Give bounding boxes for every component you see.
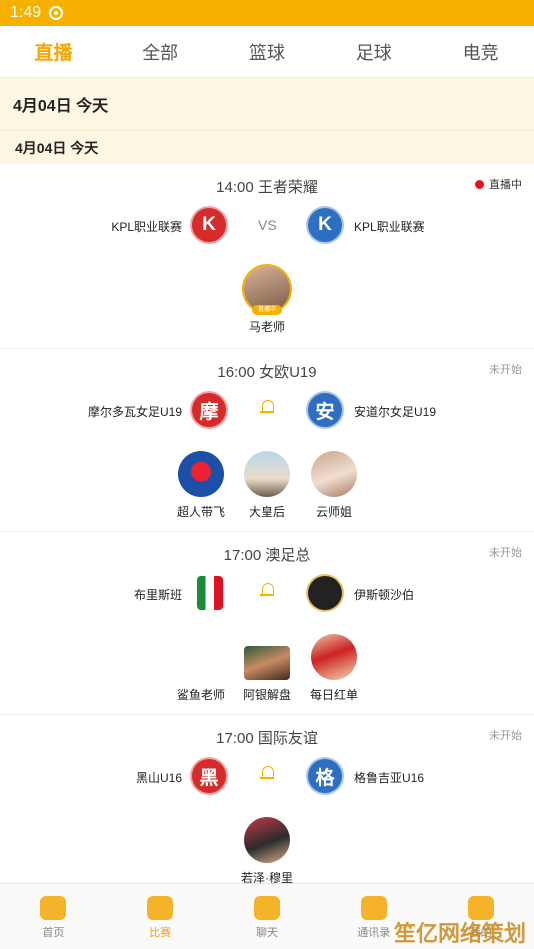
tab-live[interactable]: 直播 [0, 38, 107, 65]
away-team: 伊斯顿沙伯 [354, 588, 415, 602]
date-header: 4月04日 今天 [0, 78, 534, 130]
match-card[interactable]: 14:00 王者荣耀 直播中 KPL职业联赛 K VS K KPL职业联赛 直播… [0, 164, 534, 349]
home-team-logo [197, 576, 223, 610]
status-bar: 1:49 [0, 0, 534, 26]
home-team: 黑山U16 [135, 771, 182, 785]
anchor-name: 云师姐 [315, 505, 352, 519]
home-team: 摩尔多瓦女足U19 [87, 405, 182, 419]
anchor-item[interactable]: 若泽·穆里 [232, 817, 302, 886]
status-time: 1:49 [10, 4, 42, 21]
avatar [178, 634, 224, 680]
avatar [178, 451, 224, 497]
away-team: 安道尔女足U19 [354, 405, 437, 419]
anchor-item[interactable]: 直播中 马老师 [232, 266, 302, 335]
tab-esports[interactable]: 电竞 [427, 39, 534, 65]
match-time-league: 17:00 澳足总 [223, 547, 311, 564]
match-status: 未开始 [489, 364, 522, 376]
avatar [244, 646, 290, 680]
away-team-logo: 格 [308, 759, 342, 793]
avatar [311, 451, 357, 497]
nav-home[interactable]: 首页 [0, 884, 107, 949]
match-teams: 布里斯班 伊斯顿沙伯 [0, 576, 534, 612]
away-team-logo [308, 576, 342, 610]
match-time-league: 16:00 女欧U19 [217, 364, 317, 381]
anchor-name: 马老师 [248, 320, 285, 334]
nav-label: 聊天 [255, 927, 278, 939]
match-card[interactable]: 17:00 国际友谊 未开始 黑山U16 黑 格 格鲁吉亚U16 若泽·穆里 [0, 715, 534, 886]
tab-football[interactable]: 足球 [320, 39, 427, 65]
bell-icon[interactable] [260, 765, 274, 781]
vs-label: VS [258, 217, 277, 233]
anchor-item[interactable]: 超人带飞 [166, 451, 236, 520]
anchor-name: 阿银解盘 [242, 688, 291, 702]
match-status: 未开始 [489, 730, 522, 742]
match-status: 未开始 [489, 547, 522, 559]
live-status: 直播中 [475, 176, 522, 192]
match-teams: 摩尔多瓦女足U19 摩 安 安道尔女足U19 [0, 393, 534, 429]
avatar [244, 817, 290, 863]
anchor-name: 超人带飞 [176, 505, 225, 519]
avatar [244, 451, 290, 497]
matches-icon [147, 896, 174, 920]
home-team-logo: 黑 [192, 759, 226, 793]
nav-matches[interactable]: 比赛 [107, 884, 214, 949]
home-team: 布里斯班 [133, 588, 182, 602]
chat-icon [253, 896, 280, 920]
watermark: 笙亿网络策划 [393, 921, 526, 946]
date-subheader: 4月04日 今天 [0, 130, 534, 164]
anchor-name: 鲨鱼老师 [176, 688, 225, 702]
anchor-item[interactable]: 云师姐 [299, 451, 369, 520]
away-team: KPL职业联赛 [354, 220, 425, 234]
avatar [311, 634, 357, 680]
nav-chat[interactable]: 聊天 [214, 884, 321, 949]
live-tag: 直播中 [252, 305, 282, 315]
avatar: 直播中 [244, 266, 290, 315]
tab-all[interactable]: 全部 [107, 39, 214, 65]
top-tabs: 直播 全部 篮球 足球 电竞 [0, 26, 534, 78]
anchor-name: 大皇后 [248, 505, 285, 519]
match-card[interactable]: 16:00 女欧U19 未开始 摩尔多瓦女足U19 摩 安 安道尔女足U19 超… [0, 349, 534, 532]
tab-basketball[interactable]: 篮球 [214, 39, 321, 65]
anchor-item[interactable]: 阿银解盘 [232, 634, 302, 703]
home-team-logo: K [192, 208, 226, 242]
home-team-logo: 摩 [192, 393, 226, 427]
match-teams: KPL职业联赛 K VS K KPL职业联赛 [0, 208, 534, 244]
match-time-league: 17:00 国际友谊 [216, 730, 318, 747]
away-team: 格鲁吉亚U16 [354, 771, 425, 785]
anchor-item[interactable]: 鲨鱼老师 [166, 634, 236, 703]
anchor-item[interactable]: 每日红单 [299, 634, 369, 703]
anchor-item[interactable]: 大皇后 [232, 451, 302, 520]
away-team-logo: K [308, 208, 342, 242]
match-time-league: 14:00 王者荣耀 [216, 179, 318, 196]
match-card[interactable]: 17:00 澳足总 未开始 布里斯班 伊斯顿沙伯 鲨鱼老师 阿银解盘 每日红单 [0, 532, 534, 715]
home-team: KPL职业联赛 [111, 220, 182, 234]
nav-label: 比赛 [149, 927, 172, 939]
bell-icon[interactable] [260, 399, 274, 415]
nav-label: 首页 [42, 927, 65, 939]
bell-icon[interactable] [260, 582, 274, 598]
home-icon [40, 896, 67, 920]
anchor-name: 每日红单 [309, 688, 358, 702]
match-teams: 黑山U16 黑 格 格鲁吉亚U16 [0, 759, 534, 795]
gear-icon [49, 6, 64, 20]
away-team-logo: 安 [308, 393, 342, 427]
contacts-icon [360, 896, 387, 920]
